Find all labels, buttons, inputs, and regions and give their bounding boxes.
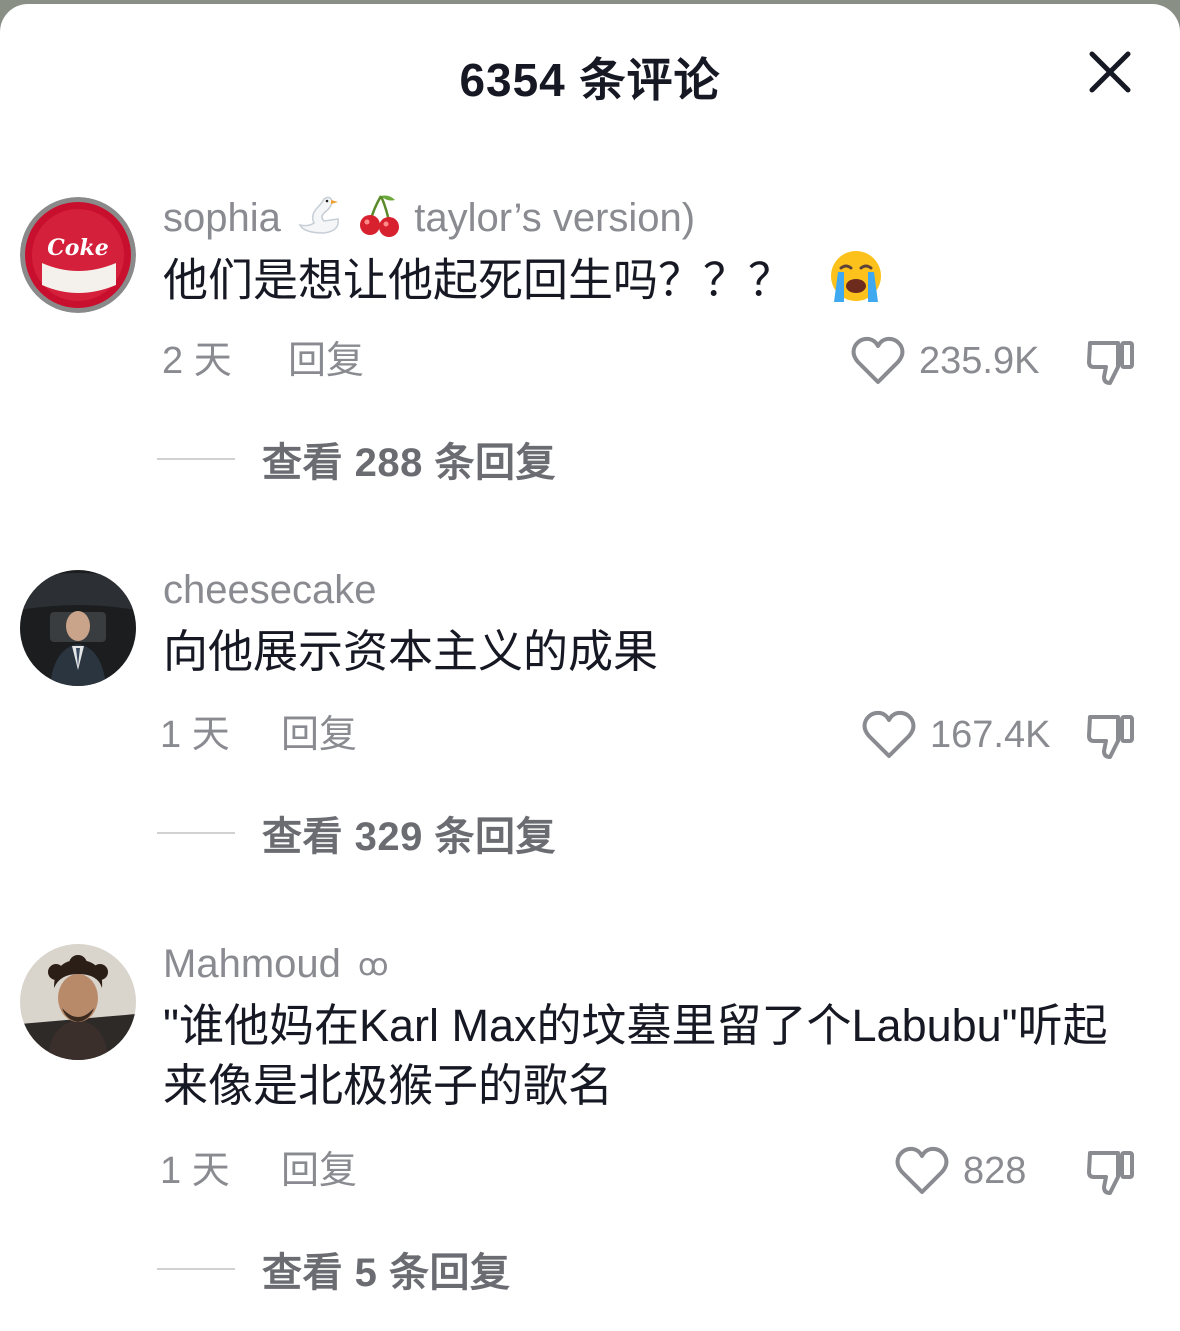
comment-text-content: 他们是想让他起死回生吗？？？ xyxy=(163,254,794,306)
view-replies-button[interactable]: 查看 5 条回复 xyxy=(157,1244,510,1295)
reply-button[interactable]: 回复 xyxy=(288,337,364,385)
avatar-logo-text: Coke xyxy=(47,235,108,261)
dislike-button[interactable] xyxy=(1084,1145,1138,1199)
heart-icon xyxy=(851,336,905,384)
comment-text: 向他展示资本主义的成果 xyxy=(163,626,659,677)
username-suffix: taylor’s version) xyxy=(414,196,696,241)
comment-time: 1 天 xyxy=(160,714,230,756)
close-icon xyxy=(1089,51,1131,93)
replies-divider-line xyxy=(157,458,235,460)
replies-divider-line xyxy=(157,832,235,834)
like-count: 828 xyxy=(963,1150,1027,1192)
comment-username[interactable]: cheesecake xyxy=(163,566,376,614)
avatar[interactable]: Coke xyxy=(20,197,136,313)
dislike-button[interactable] xyxy=(1084,709,1138,763)
comments-header: 6354 条评论 xyxy=(0,4,1180,144)
comment-text: 他们是想让他起死回生吗？？？ xyxy=(163,248,1148,319)
heart-icon xyxy=(862,710,916,758)
avatar[interactable] xyxy=(20,570,136,686)
comment-time: 2 天 xyxy=(162,340,232,382)
view-replies-label: 查看 329 条回复 xyxy=(262,815,556,859)
username-text: sophia xyxy=(163,196,281,241)
view-replies-button[interactable]: 查看 288 条回复 xyxy=(157,434,556,485)
heart-icon xyxy=(895,1146,949,1194)
cherries-icon xyxy=(359,192,401,249)
replies-divider-line xyxy=(157,1268,235,1270)
comment-username[interactable]: Mahmoud ꝏ xyxy=(163,940,389,990)
comment-time: 1 天 xyxy=(160,1150,230,1192)
thumbs-down-icon xyxy=(1087,341,1134,385)
comments-sheet: 6354 条评论 Coke sophia taylor’s version) 他… xyxy=(0,4,1180,1331)
view-replies-button[interactable]: 查看 329 条回复 xyxy=(157,808,556,859)
like-button[interactable]: 828 xyxy=(895,1143,1026,1199)
reply-button[interactable]: 回复 xyxy=(281,711,357,759)
view-replies-label: 查看 288 条回复 xyxy=(262,441,556,485)
like-button[interactable]: 167.4K xyxy=(862,707,1050,763)
thumbs-down-icon xyxy=(1087,715,1134,759)
dislike-button[interactable] xyxy=(1084,335,1138,389)
swan-icon xyxy=(294,193,344,248)
view-replies-label: 查看 5 条回复 xyxy=(262,1251,511,1295)
comment-username[interactable]: sophia taylor’s version) xyxy=(163,192,695,249)
creator-badge-icon: ꝏ xyxy=(358,949,389,983)
comment-text: "谁他妈在Karl Max的坟墓里留了个Labubu"听起来像是北极猴子的歌名 xyxy=(163,1000,1108,1111)
username-text: Mahmoud xyxy=(163,942,341,986)
like-count: 235.9K xyxy=(919,340,1040,382)
loudly-crying-face-icon xyxy=(828,248,884,319)
close-button[interactable] xyxy=(1080,42,1140,102)
comments-count-title: 6354 条评论 xyxy=(459,54,721,106)
reply-button[interactable]: 回复 xyxy=(281,1147,357,1195)
like-button[interactable]: 235.9K xyxy=(851,333,1039,389)
avatar[interactable] xyxy=(20,944,136,1060)
like-count: 167.4K xyxy=(930,714,1051,756)
thumbs-down-icon xyxy=(1087,1151,1134,1195)
